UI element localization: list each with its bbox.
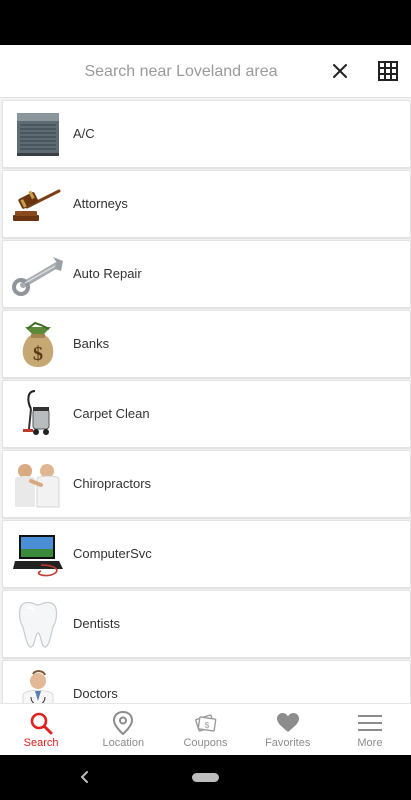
money-bag-icon: $ bbox=[11, 317, 65, 371]
close-icon bbox=[333, 64, 347, 78]
tooth-icon bbox=[11, 597, 65, 651]
category-label: Doctors bbox=[73, 686, 118, 701]
doctor-icon bbox=[11, 667, 65, 703]
nav-more[interactable]: More bbox=[329, 704, 411, 756]
nav-label: More bbox=[357, 737, 383, 749]
menu-icon bbox=[357, 710, 383, 736]
location-pin-icon bbox=[110, 710, 136, 736]
svg-text:$: $ bbox=[204, 721, 209, 730]
chiropractor-icon bbox=[11, 457, 65, 511]
category-label: Carpet Clean bbox=[73, 406, 150, 421]
category-label: Banks bbox=[73, 336, 110, 351]
category-row-ac[interactable]: A/C bbox=[2, 100, 411, 168]
nav-favorites[interactable]: Favorites bbox=[247, 704, 329, 756]
category-row-carpet-clean[interactable]: Carpet Clean bbox=[2, 380, 411, 448]
svg-text:$: $ bbox=[33, 343, 43, 365]
status-bar bbox=[0, 0, 411, 45]
system-navigation-bar bbox=[0, 755, 411, 800]
nav-label: Favorites bbox=[265, 737, 311, 749]
nav-label: Search bbox=[23, 737, 59, 749]
category-label: Auto Repair bbox=[73, 266, 142, 281]
system-back-button[interactable] bbox=[74, 767, 94, 787]
search-icon bbox=[28, 710, 54, 736]
category-label: Attorneys bbox=[73, 196, 128, 211]
category-row-attorneys[interactable]: Attorneys bbox=[2, 170, 411, 238]
category-label: ComputerSvc bbox=[73, 546, 152, 561]
heart-icon bbox=[275, 710, 301, 736]
laptop-icon bbox=[11, 527, 65, 581]
vacuum-icon bbox=[11, 387, 65, 441]
nav-label: Coupons bbox=[183, 737, 228, 749]
clear-search-button[interactable] bbox=[326, 57, 354, 85]
nav-coupons[interactable]: $ Coupons bbox=[164, 704, 246, 756]
search-input[interactable] bbox=[40, 53, 322, 91]
category-label: A/C bbox=[73, 126, 95, 141]
search-bar bbox=[0, 45, 411, 98]
grid-icon bbox=[378, 61, 398, 81]
wrench-icon bbox=[11, 247, 65, 301]
coupons-icon: $ bbox=[193, 710, 219, 736]
category-row-doctors[interactable]: Doctors bbox=[2, 660, 411, 703]
category-row-dentists[interactable]: Dentists bbox=[2, 590, 411, 658]
gavel-icon bbox=[11, 177, 65, 231]
bottom-navigation: Search Location $ Coupons Favorites More bbox=[0, 703, 411, 756]
grid-view-button[interactable] bbox=[374, 57, 402, 85]
nav-location[interactable]: Location bbox=[82, 704, 164, 756]
category-label: Chiropractors bbox=[73, 476, 152, 491]
category-row-chiropractors[interactable]: Chiropractors bbox=[2, 450, 411, 518]
nav-search[interactable]: Search bbox=[0, 704, 82, 756]
system-home-button[interactable] bbox=[192, 773, 219, 782]
nav-label: Location bbox=[102, 737, 145, 749]
category-row-banks[interactable]: $ Banks bbox=[2, 310, 411, 378]
category-row-auto-repair[interactable]: Auto Repair bbox=[2, 240, 411, 308]
ac-unit-icon bbox=[11, 107, 65, 161]
category-row-computersvc[interactable]: ComputerSvc bbox=[2, 520, 411, 588]
category-label: Dentists bbox=[73, 616, 120, 631]
category-list[interactable]: A/C Attorneys Auto Repair $ Banks Carpet… bbox=[0, 98, 411, 703]
chevron-left-icon bbox=[80, 771, 88, 783]
